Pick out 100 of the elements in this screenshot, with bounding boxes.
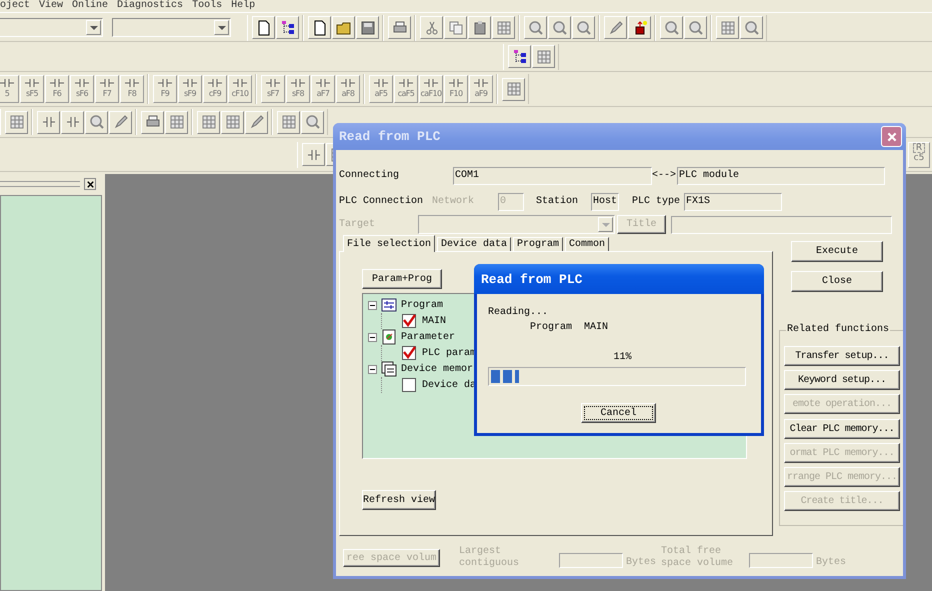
- side-button[interactable]: R c5: [908, 142, 930, 168]
- pencil-icon: [608, 20, 624, 36]
- grid-icon: [536, 48, 552, 64]
- ladder-symbol-icon: [157, 78, 173, 88]
- dropdown[interactable]: [112, 18, 231, 37]
- refresh-button[interactable]: Refresh view: [362, 490, 436, 510]
- execute-button[interactable]: Execute: [791, 241, 883, 262]
- function-key-button[interactable]: 5: [0, 75, 19, 103]
- field-label: PLC type: [632, 196, 682, 207]
- function-key-button[interactable]: F9: [153, 75, 177, 103]
- function-key-button[interactable]: aF8: [336, 75, 360, 103]
- close-icon: [886, 130, 898, 142]
- close-button[interactable]: [84, 178, 96, 190]
- grid-icon: [280, 114, 296, 130]
- plc-type-field[interactable]: FX1S: [684, 192, 782, 210]
- toolbar-button[interactable]: [356, 16, 379, 39]
- function-key-button[interactable]: F7: [95, 75, 119, 103]
- ladder-icon: [40, 114, 56, 130]
- window-title: Read from PLC: [339, 129, 440, 144]
- toolbar-button[interactable]: [628, 16, 651, 39]
- bytes-field: [559, 553, 623, 568]
- ladder-symbol-icon: [340, 78, 356, 88]
- checkbox[interactable]: [402, 314, 416, 328]
- magnifier-icon: [552, 20, 568, 36]
- field-label: Largest contiguous: [459, 546, 520, 570]
- menu-item[interactable]: Tools: [192, 0, 222, 12]
- title-field[interactable]: [671, 216, 892, 234]
- tab[interactable]: File selection: [343, 235, 436, 252]
- magnifier-icon: [664, 20, 680, 36]
- module-field[interactable]: PLC module: [677, 166, 885, 184]
- function-key-button[interactable]: caF5: [394, 75, 418, 103]
- grid-icon: [8, 114, 24, 130]
- menu-item[interactable]: Diagnostics: [117, 0, 184, 12]
- tab[interactable]: Common: [565, 237, 610, 251]
- menu-item[interactable]: Online: [72, 0, 108, 12]
- magnifier-icon: [528, 20, 544, 36]
- function-key-button[interactable]: cF10: [228, 75, 252, 103]
- copy-icon: [448, 20, 464, 36]
- toolbar-button[interactable]: [332, 16, 355, 39]
- target-dropdown[interactable]: [418, 215, 615, 234]
- ladder-symbol-icon: [24, 78, 40, 88]
- collapse-icon[interactable]: [368, 332, 377, 342]
- function-key-button[interactable]: aF9: [469, 75, 493, 103]
- grid-icon: [496, 20, 512, 36]
- param-prog-button[interactable]: Param+Prog: [362, 269, 442, 289]
- toolbar-button[interactable]: [508, 45, 531, 68]
- toolbar-button[interactable]: [276, 16, 299, 39]
- checkbox[interactable]: [402, 378, 416, 392]
- tab[interactable]: Device data: [437, 237, 512, 251]
- menu-item[interactable]: View: [39, 0, 64, 12]
- function-key-button[interactable]: sF5: [20, 75, 44, 103]
- tree-icon: [512, 48, 528, 64]
- function-key-button[interactable]: F6: [45, 75, 69, 103]
- toolbar-button[interactable]: [308, 16, 331, 39]
- ladder-icon: [64, 114, 80, 130]
- station-field[interactable]: Host: [591, 192, 619, 210]
- function-key-button[interactable]: sF6: [70, 75, 94, 103]
- function-key-button[interactable]: aF7: [311, 75, 335, 103]
- folder-icon: [336, 20, 352, 36]
- ladder-symbol-icon: [0, 78, 15, 88]
- field-label: Target: [339, 219, 376, 230]
- document-icon: [312, 20, 328, 36]
- toolbar-button[interactable]: [252, 16, 275, 39]
- cancel-button[interactable]: Cancel: [581, 403, 656, 423]
- function-key-button[interactable]: sF7: [261, 75, 285, 103]
- ladder-symbol-icon: [207, 78, 223, 88]
- function-button[interactable]: Keyword setup...: [784, 370, 900, 390]
- function-key-button[interactable]: F10: [444, 75, 468, 103]
- function-key-button[interactable]: F8: [120, 75, 144, 103]
- tab[interactable]: Program: [513, 237, 564, 251]
- ladder-symbol-icon: [124, 78, 140, 88]
- ladder-symbol-icon: [265, 78, 281, 88]
- close-button[interactable]: Close: [791, 271, 883, 292]
- tree-item[interactable]: Device memor: [401, 364, 474, 374]
- function-key-button[interactable]: sF8: [286, 75, 310, 103]
- menu-item[interactable]: oject: [0, 0, 30, 12]
- function-key-button[interactable]: cF9: [203, 75, 227, 103]
- checkbox[interactable]: [402, 346, 416, 360]
- status-text: Reading...: [488, 306, 550, 320]
- function-button[interactable]: Transfer setup...: [784, 346, 900, 366]
- function-key-button[interactable]: caF10: [419, 75, 443, 103]
- tree-item[interactable]: Parameter: [401, 332, 456, 342]
- collapse-icon[interactable]: [368, 364, 377, 374]
- function-key-button[interactable]: aF5: [369, 75, 393, 103]
- collapse-icon[interactable]: [368, 300, 377, 310]
- grid-icon: [168, 114, 184, 130]
- percent-text: 11%: [613, 351, 632, 365]
- menu-item[interactable]: Help: [231, 0, 256, 12]
- magnifier-icon: [576, 20, 592, 36]
- tree-item[interactable]: MAIN: [422, 316, 446, 326]
- function-button[interactable]: Clear PLC memory...: [784, 419, 900, 439]
- printer-icon: [392, 20, 408, 36]
- dropdown[interactable]: [0, 18, 103, 37]
- ladder-symbol-icon: [473, 78, 489, 88]
- tree-item[interactable]: Program: [401, 300, 444, 310]
- scissors-icon: [424, 20, 440, 36]
- function-key-button[interactable]: sF9: [178, 75, 202, 103]
- link-arrow: <-->: [652, 170, 677, 181]
- connection-field[interactable]: COM1: [453, 166, 652, 184]
- magnifier-icon: [304, 114, 320, 130]
